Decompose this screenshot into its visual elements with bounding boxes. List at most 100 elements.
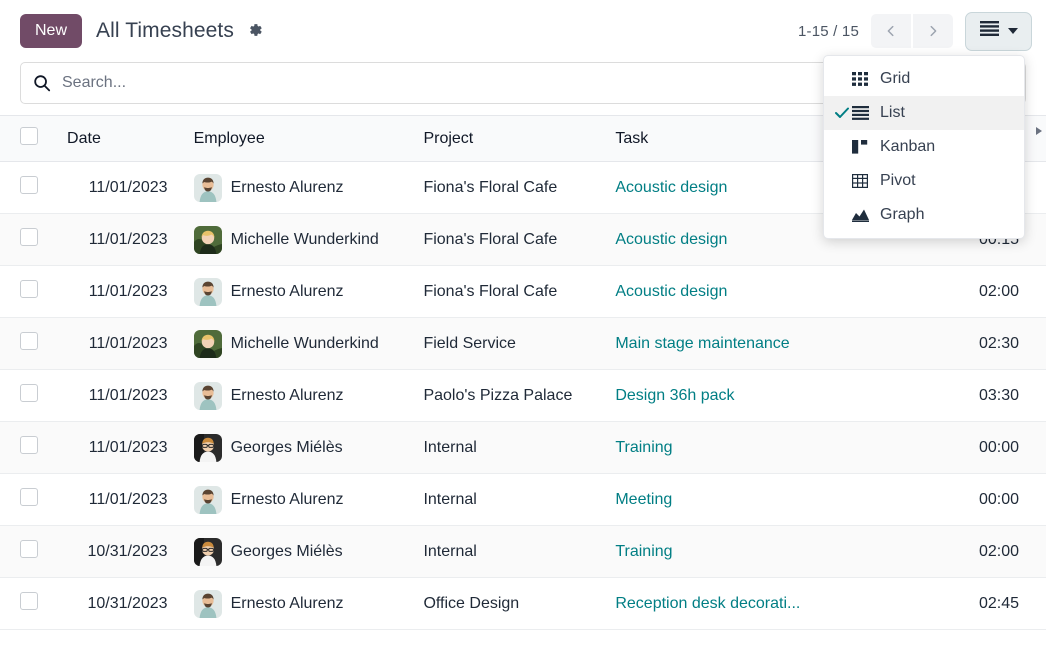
pager-next-button[interactable] xyxy=(913,14,953,48)
view-switcher-button[interactable] xyxy=(965,12,1032,51)
pager xyxy=(871,14,953,48)
cell-date: 11/01/2023 xyxy=(59,214,186,266)
check-icon xyxy=(832,107,852,119)
control-panel: New All Timesheets 1-15 / 15 xyxy=(0,0,1046,62)
cell-project: Paolo's Pizza Palace xyxy=(415,370,607,422)
task-link[interactable]: Main stage maintenance xyxy=(615,335,789,352)
table-row[interactable]: 10/31/2023Georges MiélèsInternalTraining… xyxy=(0,526,1046,578)
cell-hours-spent: 02:00 xyxy=(903,526,1046,578)
cell-hours-spent: 00:00 xyxy=(903,422,1046,474)
search-icon xyxy=(33,74,51,92)
cell-task: Acoustic design xyxy=(607,266,902,318)
cell-project: Fiona's Floral Cafe xyxy=(415,214,607,266)
cell-employee: Ernesto Alurenz xyxy=(186,474,416,526)
task-link[interactable]: Acoustic design xyxy=(615,179,727,196)
employee-name: Michelle Wunderkind xyxy=(231,231,379,249)
cell-project: Field Service xyxy=(415,318,607,370)
row-checkbox[interactable] xyxy=(20,384,38,402)
column-header-date[interactable]: Date xyxy=(59,116,186,162)
cell-date: 11/01/2023 xyxy=(59,266,186,318)
cell-project: Fiona's Floral Cafe xyxy=(415,266,607,318)
control-panel-left: New All Timesheets xyxy=(20,14,263,49)
select-all-checkbox[interactable] xyxy=(20,127,38,145)
dropdown-item-grid[interactable]: Grid xyxy=(824,62,1024,96)
row-checkbox[interactable] xyxy=(20,540,38,558)
row-checkbox[interactable] xyxy=(20,592,38,610)
task-link[interactable]: Meeting xyxy=(615,491,672,508)
dropdown-item-label: Grid xyxy=(878,70,910,88)
avatar xyxy=(194,434,222,462)
employee-name: Michelle Wunderkind xyxy=(231,335,379,353)
cell-task: Training xyxy=(607,526,902,578)
dropdown-item-list[interactable]: List xyxy=(824,96,1024,130)
optional-columns-toggle-icon[interactable] xyxy=(1034,123,1044,141)
cell-hours-spent: 02:30 xyxy=(903,318,1046,370)
table-row[interactable]: 11/01/2023Michelle WunderkindField Servi… xyxy=(0,318,1046,370)
row-select-cell xyxy=(0,162,59,214)
dropdown-item-kanban[interactable]: Kanban xyxy=(824,130,1024,164)
employee-name: Ernesto Alurenz xyxy=(231,179,344,197)
column-header-employee[interactable]: Employee xyxy=(186,116,416,162)
table-row[interactable]: 11/01/2023Ernesto AlurenzFiona's Floral … xyxy=(0,266,1046,318)
task-link[interactable]: Acoustic design xyxy=(615,283,727,300)
row-checkbox[interactable] xyxy=(20,332,38,350)
task-link[interactable]: Reception desk decorati... xyxy=(615,595,800,612)
cell-project: Internal xyxy=(415,422,607,474)
list-view-icon xyxy=(852,106,878,120)
employee-name: Ernesto Alurenz xyxy=(231,387,344,405)
task-link[interactable]: Training xyxy=(615,543,672,560)
employee-name: Ernesto Alurenz xyxy=(231,595,344,613)
employee-name: Ernesto Alurenz xyxy=(231,491,344,509)
table-row[interactable]: 11/01/2023Ernesto AlurenzInternalMeeting… xyxy=(0,474,1046,526)
cell-date: 11/01/2023 xyxy=(59,422,186,474)
cell-project: Internal xyxy=(415,526,607,578)
cell-date: 11/01/2023 xyxy=(59,162,186,214)
breadcrumb: All Timesheets xyxy=(96,19,263,43)
task-link[interactable]: Design 36h pack xyxy=(615,387,734,404)
column-header-select-all xyxy=(0,116,59,162)
task-link[interactable]: Training xyxy=(615,439,672,456)
row-checkbox[interactable] xyxy=(20,176,38,194)
row-checkbox[interactable] xyxy=(20,228,38,246)
kanban-view-icon xyxy=(852,140,878,154)
dropdown-item-graph[interactable]: Graph xyxy=(824,198,1024,232)
avatar xyxy=(194,590,222,618)
cell-employee: Georges Miélès xyxy=(186,422,416,474)
cell-hours-spent: 00:00 xyxy=(903,474,1046,526)
cell-employee: Michelle Wunderkind xyxy=(186,318,416,370)
avatar xyxy=(194,382,222,410)
table-row[interactable]: 11/01/2023 Ernesto Alurenz Paolo's Pizza P… xyxy=(0,370,1046,422)
page-title: All Timesheets xyxy=(96,19,234,42)
table-row[interactable]: 10/31/2023Ernesto AlurenzOffice DesignRe… xyxy=(0,578,1046,630)
avatar xyxy=(194,226,222,254)
row-checkbox[interactable] xyxy=(20,436,38,454)
row-select-cell xyxy=(0,266,59,318)
list-view-icon xyxy=(980,21,999,41)
avatar xyxy=(194,330,222,358)
cell-employee: Michelle Wunderkind xyxy=(186,214,416,266)
row-checkbox[interactable] xyxy=(20,280,38,298)
row-checkbox[interactable] xyxy=(20,488,38,506)
task-link[interactable]: Acoustic design xyxy=(615,231,727,248)
cell-hours-spent: 03:30 xyxy=(903,370,1046,422)
row-select-cell xyxy=(0,370,59,422)
cell-date: 10/31/2023 xyxy=(59,578,186,630)
table-row[interactable]: 11/01/2023 Georges Miélès Internal Training… xyxy=(0,422,1046,474)
cell-employee: Ernesto Alurenz xyxy=(186,370,416,422)
employee-name: Georges Miélès xyxy=(231,439,343,457)
chevron-down-icon xyxy=(1008,28,1018,34)
gear-icon[interactable] xyxy=(247,22,263,38)
grid-view-icon xyxy=(852,72,878,86)
dropdown-item-pivot[interactable]: Pivot xyxy=(824,164,1024,198)
employee-name: Georges Miélès xyxy=(231,543,343,561)
pager-previous-button[interactable] xyxy=(871,14,911,48)
dropdown-item-label: Pivot xyxy=(878,172,916,190)
cell-hours-spent: 02:00 xyxy=(903,266,1046,318)
column-header-project[interactable]: Project xyxy=(415,116,607,162)
pivot-view-icon xyxy=(852,174,878,188)
row-select-cell xyxy=(0,578,59,630)
new-button[interactable]: New xyxy=(20,14,82,49)
cell-task: Reception desk decorati... xyxy=(607,578,902,630)
avatar xyxy=(194,278,222,306)
cell-date: 11/01/2023 xyxy=(59,370,186,422)
